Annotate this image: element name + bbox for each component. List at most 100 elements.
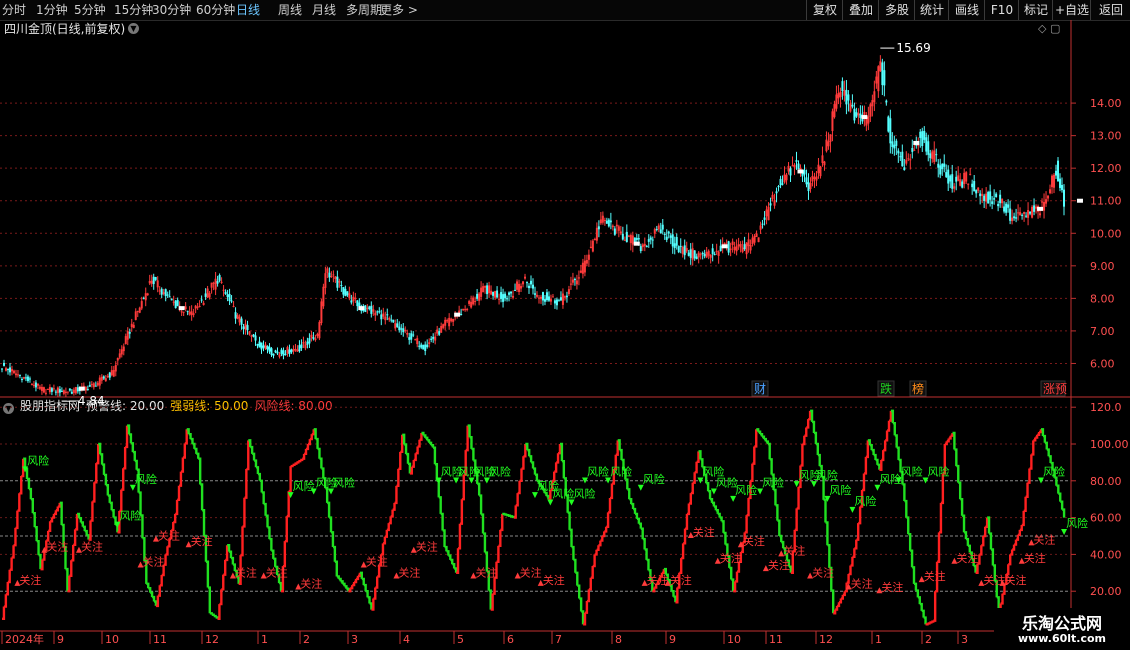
- candle-body: [220, 281, 223, 283]
- indicator-segment: [715, 509, 719, 514]
- candle-body: [340, 284, 343, 287]
- candle-body: [262, 345, 265, 348]
- time-axis-label: 1: [875, 633, 882, 646]
- candle-body: [727, 241, 730, 253]
- candle-body: [735, 246, 738, 252]
- indicator-segment: [5, 582, 9, 596]
- indicator-segment: [823, 498, 827, 523]
- indicator-segment: [28, 487, 33, 500]
- candle-body: [422, 344, 425, 350]
- candle-body: [981, 194, 984, 196]
- indicator-segment: [259, 479, 263, 493]
- indicator-segment: [896, 446, 900, 460]
- candle-body: [911, 147, 914, 152]
- indicator-segment: [817, 453, 821, 467]
- candle-body: [827, 141, 830, 147]
- indicator-segment: [1019, 524, 1023, 532]
- candle-body: [418, 345, 421, 347]
- candle-body: [673, 243, 676, 248]
- candle-body: [284, 353, 287, 355]
- price-marker: [913, 140, 920, 145]
- candle-body: [563, 296, 566, 298]
- indicator-segment: [148, 587, 152, 593]
- risk-signal-label: 风险: [854, 494, 876, 508]
- indicator-segment: [769, 458, 773, 475]
- attention-signal-label: 关注: [783, 543, 805, 557]
- indicator-segment: [529, 455, 533, 463]
- indicator-segment: [554, 462, 558, 473]
- indicator-segment: [590, 566, 594, 579]
- candle-body: [601, 215, 604, 223]
- indicator-segment: [956, 464, 960, 483]
- indicator-segment: [384, 529, 389, 538]
- candle-body: [1019, 212, 1022, 216]
- indicator-segment: [927, 622, 931, 625]
- indicator-segment: [523, 444, 527, 458]
- candle-body: [476, 293, 479, 299]
- candle-body: [186, 310, 189, 312]
- candle-body: [2, 362, 5, 366]
- chart-area[interactable]: 6.00 7.00 8.00 9.00 10.00 11.00 12.00 13.00 14.0…: [0, 0, 1130, 650]
- candle-body: [234, 312, 237, 319]
- candle-body: [246, 325, 249, 331]
- candle-body: [575, 280, 578, 285]
- indicator-segment: [910, 549, 914, 568]
- indicator-segment: [483, 532, 487, 553]
- attention-signal-label: 关注: [520, 565, 542, 579]
- candle-body: [472, 297, 475, 305]
- risk-signal-label: 风险: [901, 464, 923, 478]
- price-marker: [861, 115, 868, 120]
- attention-signal-label: 关注: [670, 573, 692, 587]
- indicator-segment: [146, 582, 150, 589]
- attention-signal-label: 关注: [46, 540, 68, 554]
- indicator-segment: [931, 620, 935, 623]
- candle-body: [306, 341, 309, 345]
- indicator-segment: [215, 616, 219, 619]
- candle-body: [466, 309, 469, 311]
- candle-body: [152, 276, 155, 285]
- candle-body: [22, 377, 25, 379]
- indicator-segment: [762, 435, 766, 440]
- indicator-segment: [392, 502, 396, 511]
- candle-body: [639, 246, 642, 252]
- candle-body: [935, 154, 938, 156]
- candle-body: [288, 349, 291, 355]
- candle-body: [675, 237, 678, 246]
- indicator-segment: [192, 442, 196, 449]
- candle-body: [12, 370, 15, 373]
- indicator-segment: [244, 469, 248, 499]
- candle-body: [338, 281, 341, 283]
- indicator-segment: [396, 468, 400, 488]
- candle-body: [1001, 199, 1004, 204]
- indicator-segment: [575, 571, 579, 586]
- indicator-segment: [454, 567, 458, 573]
- indicator-segment: [708, 490, 712, 500]
- indicator-segment: [506, 513, 510, 517]
- risk-signal-label: 风险: [762, 475, 784, 489]
- candle-body: [777, 186, 780, 188]
- candle-body: [56, 387, 59, 394]
- attention-signal-label: 关注: [366, 554, 388, 568]
- indicator-segment: [294, 462, 298, 465]
- indicator-segment: [877, 463, 881, 470]
- candle-body: [797, 163, 800, 170]
- candle-body: [130, 323, 133, 328]
- candle-body: [817, 164, 820, 174]
- candle-body: [256, 344, 259, 346]
- candle-body: [967, 183, 970, 185]
- candle-body: [392, 319, 395, 323]
- candle-body: [581, 262, 584, 274]
- candle-body: [1013, 216, 1016, 219]
- indicator-segment: [419, 432, 423, 441]
- candle-body: [659, 229, 662, 234]
- candle-body: [769, 203, 772, 206]
- watermark-title: 乐淘公式网: [1021, 614, 1102, 633]
- candle-body: [677, 246, 680, 253]
- indicator-segment: [802, 435, 806, 446]
- candle-body: [440, 326, 443, 333]
- candle-body: [490, 290, 493, 295]
- indicator-segment: [713, 505, 718, 511]
- indicator-segment: [465, 425, 469, 452]
- candle-body: [647, 239, 650, 242]
- indicator-segment: [317, 447, 321, 459]
